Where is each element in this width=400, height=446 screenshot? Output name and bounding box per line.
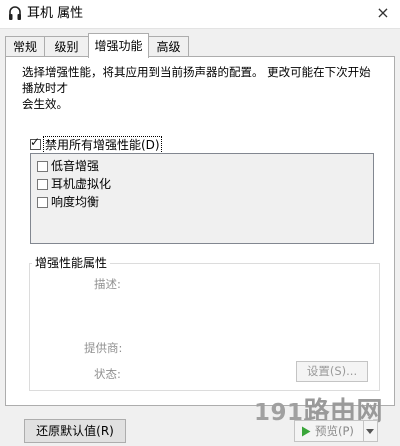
preview-button[interactable]: 预览(P) <box>294 420 364 442</box>
loudness-equalization-label: 响度均衡 <box>51 195 100 209</box>
enhancements-description: 选择增强性能，将其应用到当前扬声器的配置。 更改可能在下次开始播放时才 会生效。 <box>22 65 371 111</box>
preview-dropdown-button[interactable] <box>364 420 378 442</box>
tab-levels[interactable]: 级别 <box>44 36 89 56</box>
disable-all-label: 禁用所有增强性能(D) <box>43 136 162 154</box>
tab-general[interactable]: 常规 <box>5 36 45 56</box>
disable-all-checkbox[interactable]: ✓ <box>30 135 41 150</box>
headphone-icon <box>9 6 21 20</box>
tab-enhancements[interactable]: 增强功能 <box>88 33 149 58</box>
tab-strip: 常规 级别 增强功能 高级 <box>5 33 395 58</box>
checkmark-icon: ✓ <box>30 135 41 149</box>
description-label: 描述: <box>94 277 121 291</box>
title-bar: 耳机 属性 × <box>0 0 400 29</box>
window-title: 耳机 属性 <box>27 6 84 21</box>
bass-boost-checkbox[interactable] <box>37 161 48 172</box>
headphone-virtualization-checkbox[interactable] <box>37 179 48 190</box>
headphone-virtualization-label: 耳机虚拟化 <box>51 177 112 191</box>
close-button[interactable]: × <box>372 2 394 24</box>
bass-boost-label: 低音增强 <box>51 159 100 173</box>
tab-advanced[interactable]: 高级 <box>148 36 189 56</box>
restore-defaults-button[interactable]: 还原默认值(R) <box>24 419 126 443</box>
play-icon <box>302 426 311 437</box>
enhancements-list: 低音增强 耳机虚拟化 响度均衡 <box>30 153 374 244</box>
preview-label: 预览(P) <box>315 424 354 438</box>
enhancement-properties-title: 增强性能属性 <box>32 256 111 270</box>
settings-button[interactable]: 设置(S)... <box>296 361 368 382</box>
chevron-down-icon <box>366 429 374 434</box>
provider-label: 提供商: <box>84 341 123 355</box>
loudness-equalization-checkbox[interactable] <box>37 197 48 208</box>
status-label: 状态: <box>94 367 121 381</box>
